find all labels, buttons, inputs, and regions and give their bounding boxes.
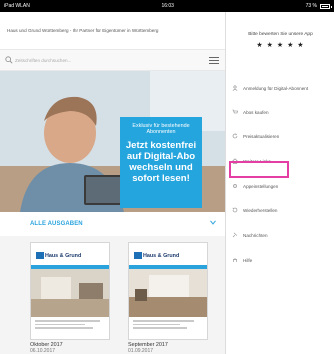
rating-stars[interactable]: ★ ★ ★ ★ ★: [227, 41, 334, 49]
drawer-item-label: Appeinstellungen: [243, 183, 279, 189]
issue-card[interactable]: Haus & Grund Oktober 2017 06.10.2017: [30, 242, 110, 354]
rating-prompt: Bitte bewerten Sie unsere App: [248, 32, 313, 37]
pin-icon: [232, 232, 238, 238]
cart-icon: [232, 109, 238, 114]
drawer-item-label: Abos kaufen: [243, 109, 269, 115]
cover-photo: [129, 269, 207, 317]
selection-highlight: [229, 161, 289, 178]
drawer-item-label: Hilfe: [243, 257, 253, 263]
search-input[interactable]: [15, 54, 195, 67]
refresh-icon: [232, 133, 238, 139]
drawer-item-label: Anmeldung für Digital-Abonnent: [243, 85, 309, 91]
drawer-item-settings[interactable]: Appeinstellungen: [227, 178, 334, 194]
search-icon: [5, 56, 13, 64]
drawer-item-restore[interactable]: Wiederherstellen: [227, 202, 334, 218]
promo-subline: Exklusiv für bestehende Abonnenten: [132, 123, 190, 136]
editions-grid: Haus & Grund Oktober 2017 06.10.2017 Hau…: [0, 236, 225, 354]
clock: 16:03: [161, 3, 174, 9]
cover-brand: Haus & Grund: [143, 253, 180, 259]
battery-icon: [319, 3, 332, 9]
drawer-item-login[interactable]: Anmeldung für Digital-Abonnent: [227, 80, 334, 96]
drawer-item-prices[interactable]: Preisaktualisieren: [227, 128, 334, 144]
gear-icon: [233, 184, 237, 188]
brand-logo-icon: [134, 252, 142, 259]
chevron-down-icon[interactable]: [210, 220, 216, 225]
user-login-icon: [232, 85, 238, 91]
issue-date: 01.09.2017: [128, 348, 154, 354]
status-bar: iPad WLAN 16:03 73 %: [0, 0, 334, 12]
drawer-item-label: Nachrichten: [243, 232, 268, 238]
drawer-item-buy[interactable]: Abos kaufen: [227, 104, 334, 120]
cover-photo: [31, 269, 109, 317]
brand-logo-icon: [36, 252, 44, 259]
issue-date: 06.10.2017: [30, 348, 56, 354]
search-bar: [0, 49, 225, 71]
restore-icon: [232, 207, 238, 213]
hero-banner[interactable]: Exklusiv für bestehende Abonnenten Jetzt…: [0, 71, 225, 212]
header-tagline: Haus und Grund Württemberg - Ihr Partner…: [7, 28, 159, 33]
promo-headline: Jetzt kostenfrei auf Digital-Abo wechsel…: [125, 139, 197, 185]
drawer-item-label: Wiederherstellen: [243, 207, 278, 213]
issue-card[interactable]: Haus & Grund September 2017 01.09.2017: [128, 242, 208, 354]
help-icon: [233, 258, 237, 262]
drawer-item-news[interactable]: Nachrichten: [227, 227, 334, 243]
promo-box[interactable]: Exklusiv für bestehende Abonnenten Jetzt…: [120, 117, 202, 208]
cover-brand: Haus & Grund: [45, 253, 82, 259]
battery-percent: 73 %: [305, 3, 317, 9]
editions-header: ALLE AUSGABEN: [0, 212, 225, 236]
issue-cover[interactable]: Haus & Grund: [128, 242, 208, 340]
carrier-label: iPad WLAN: [4, 3, 30, 9]
editions-title: ALLE AUSGABEN: [30, 221, 83, 227]
side-drawer: Bitte bewerten Sie unsere App ★ ★ ★ ★ ★ …: [227, 12, 334, 354]
drawer-item-label: Preisaktualisieren: [243, 133, 280, 139]
hamburger-menu-icon[interactable]: [209, 57, 219, 65]
app-header: Haus und Grund Württemberg - Ihr Partner…: [0, 12, 225, 49]
issue-cover[interactable]: Haus & Grund: [30, 242, 110, 340]
drawer-item-help[interactable]: Hilfe: [227, 252, 334, 268]
main-panel: Haus und Grund Württemberg - Ihr Partner…: [0, 12, 226, 354]
